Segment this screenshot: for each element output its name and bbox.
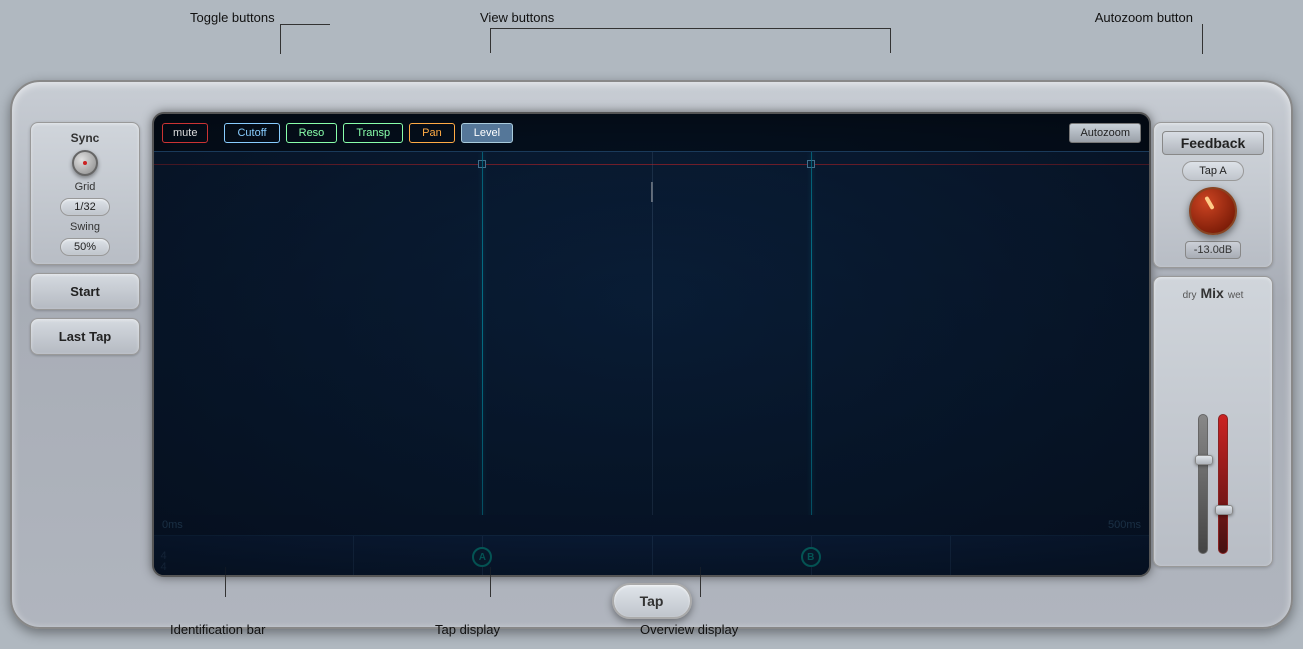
level-button[interactable]: Level <box>461 123 513 143</box>
mix-header: dry Mix wet <box>1162 285 1264 301</box>
reso-button[interactable]: Reso <box>286 123 338 143</box>
mix-dry-label: dry <box>1183 290 1197 301</box>
bracket-line-autozoom <box>1202 24 1203 54</box>
bracket-line-toggle-h <box>280 24 330 25</box>
tap-line-2 <box>811 152 812 535</box>
feedback-title: Feedback <box>1162 131 1264 155</box>
marker-b[interactable]: B <box>801 547 821 567</box>
display-toolbar: mute Cutoff Reso Transp Pan Level Autozo… <box>154 114 1149 152</box>
tap-line-1 <box>482 152 483 535</box>
overview-line-3 <box>652 536 653 575</box>
timeline-bar: 0ms 500ms <box>154 515 1149 535</box>
ann-line-tap <box>490 567 491 597</box>
tap-a-button[interactable]: Tap A <box>1182 161 1244 181</box>
overview-line-5 <box>950 536 951 575</box>
swing-value[interactable]: 50% <box>60 238 110 256</box>
ann-line-id <box>225 567 226 597</box>
wet-slider-thumb[interactable] <box>1215 505 1233 515</box>
four-four-indicator: 44 <box>156 551 171 573</box>
time-end: 500ms <box>1108 519 1141 531</box>
center-divider <box>652 152 653 535</box>
overview-bar: A B 44 <box>154 535 1149 575</box>
sliders-container <box>1198 305 1228 558</box>
sync-label: Sync <box>71 131 100 145</box>
tap-button[interactable]: Tap <box>612 583 692 619</box>
mute-button[interactable]: mute <box>162 123 208 143</box>
annotation-view-buttons: View buttons <box>480 10 554 25</box>
autozoom-button[interactable]: Autozoom <box>1069 123 1141 143</box>
marker-a[interactable]: A <box>472 547 492 567</box>
cutoff-button[interactable]: Cutoff <box>224 123 279 143</box>
swing-label: Swing <box>70 221 100 233</box>
transp-button[interactable]: Transp <box>343 123 403 143</box>
dry-slider-track[interactable] <box>1198 414 1208 554</box>
main-shell: Sync Grid 1/32 Swing 50% Start Last Tap … <box>10 80 1293 629</box>
waveform-area[interactable]: 0ms 500ms <box>154 152 1149 535</box>
bracket-line-view-h <box>490 28 890 29</box>
annotation-toggle-buttons: Toggle buttons <box>190 10 275 25</box>
feedback-knob[interactable] <box>1189 187 1237 235</box>
grid-label: Grid <box>75 181 96 193</box>
mix-section: dry Mix wet <box>1153 276 1273 567</box>
pan-button[interactable]: Pan <box>409 123 455 143</box>
start-button[interactable]: Start <box>30 273 140 310</box>
ann-line-overview <box>700 567 701 597</box>
main-display: mute Cutoff Reso Transp Pan Level Autozo… <box>152 112 1151 577</box>
annotation-autozoom-button: Autozoom button <box>1095 10 1193 25</box>
left-panel: Sync Grid 1/32 Swing 50% Start Last Tap <box>30 122 140 567</box>
dry-slider-thumb[interactable] <box>1195 455 1213 465</box>
bracket-line-toggle <box>280 24 281 54</box>
db-value: -13.0dB <box>1185 241 1242 259</box>
time-start: 0ms <box>162 519 183 531</box>
bracket-line-view-r <box>890 28 891 53</box>
feedback-section: Feedback Tap A -13.0dB <box>1153 122 1273 268</box>
bracket-line-view-l <box>490 28 491 53</box>
overview-line-1 <box>353 536 354 575</box>
mix-label: Mix <box>1201 285 1224 301</box>
right-panel: Feedback Tap A -13.0dB dry Mix wet <box>1153 122 1273 567</box>
wet-slider-track[interactable] <box>1218 414 1228 554</box>
last-tap-button[interactable]: Last Tap <box>30 318 140 355</box>
sync-section: Sync Grid 1/32 Swing 50% <box>30 122 140 265</box>
mix-wet-label: wet <box>1228 290 1244 301</box>
sync-knob[interactable] <box>72 150 98 176</box>
grid-value[interactable]: 1/32 <box>60 198 110 216</box>
